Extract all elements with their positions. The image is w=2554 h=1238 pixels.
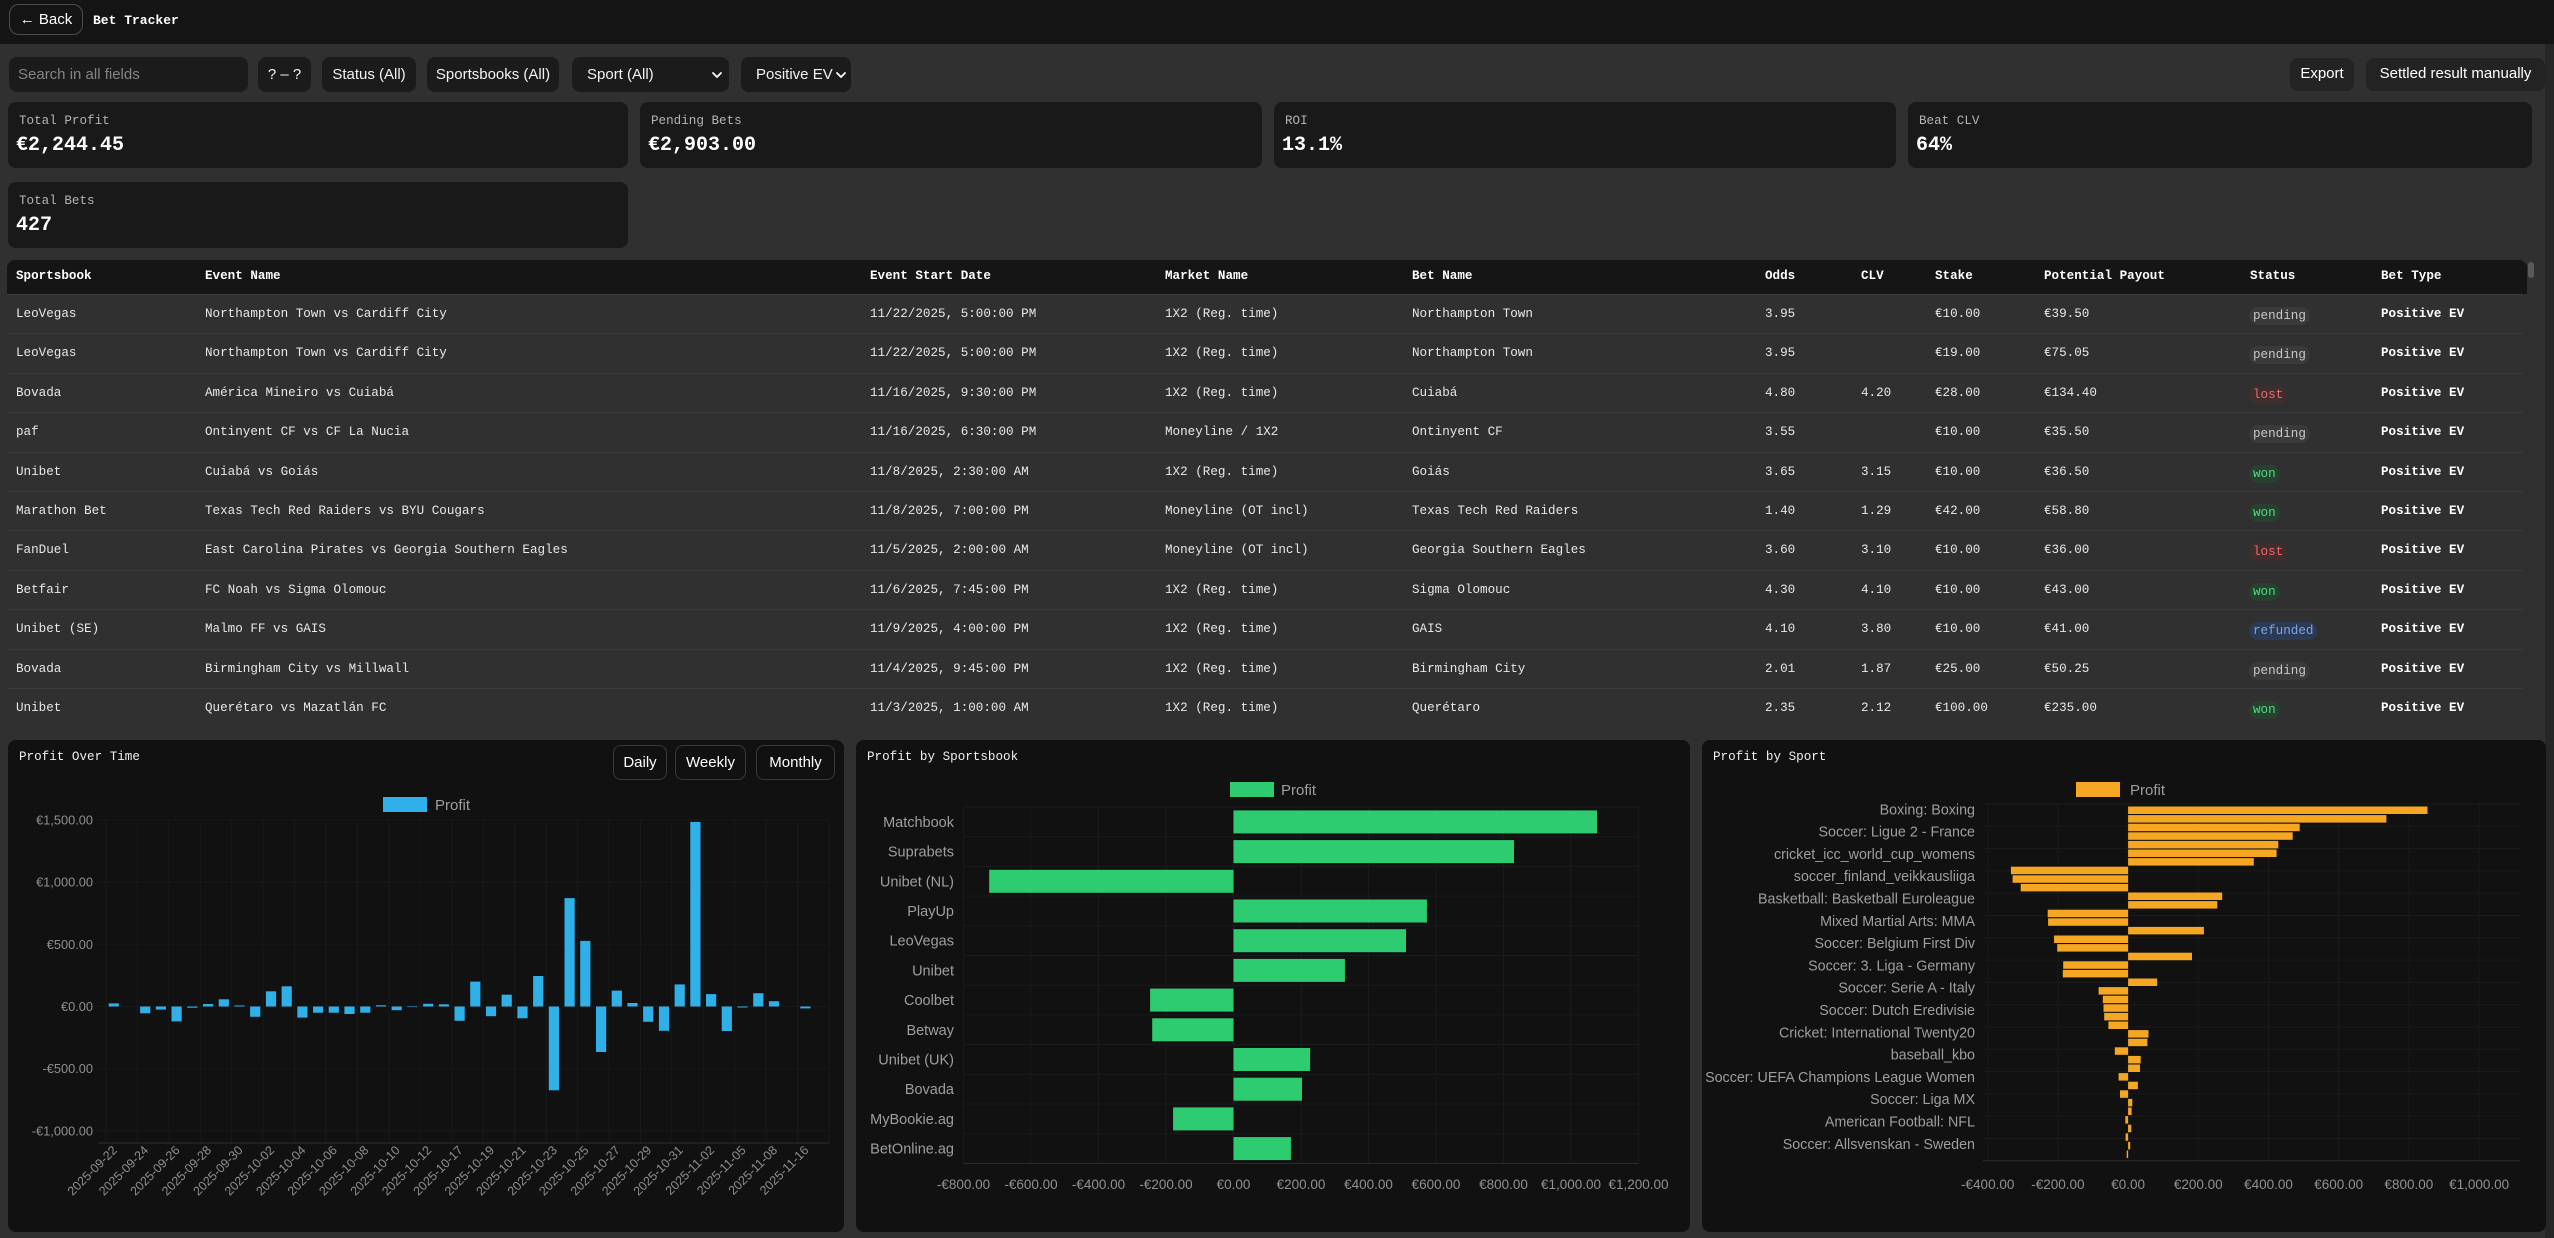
svg-text:Soccer: Serie A - Italy: Soccer: Serie A - Italy <box>1838 981 1976 997</box>
svg-text:€800.00: €800.00 <box>1479 1177 1528 1192</box>
svg-text:Bovada: Bovada <box>905 1082 955 1098</box>
svg-text:-€400.00: -€400.00 <box>1961 1177 2014 1192</box>
svg-text:Coolbet: Coolbet <box>904 993 954 1009</box>
svg-text:Soccer: Ligue 2 - France: Soccer: Ligue 2 - France <box>1818 825 1975 841</box>
svg-text:€400.00: €400.00 <box>1344 1177 1393 1192</box>
svg-text:-€600.00: -€600.00 <box>1004 1177 1057 1192</box>
svg-text:Cricket: International Twenty2: Cricket: International Twenty20 <box>1779 1025 1975 1041</box>
svg-text:Profit: Profit <box>2130 782 2166 799</box>
svg-text:Unibet (UK): Unibet (UK) <box>878 1053 954 1069</box>
svg-text:Soccer: Allsvenskan - Sweden: Soccer: Allsvenskan - Sweden <box>1783 1137 1975 1153</box>
svg-text:cricket_icc_world_cup_womens: cricket_icc_world_cup_womens <box>1774 847 1975 863</box>
svg-text:€1,000.00: €1,000.00 <box>2449 1177 2509 1192</box>
svg-text:Profit: Profit <box>435 797 471 814</box>
svg-text:BetOnline.ag: BetOnline.ag <box>870 1142 954 1158</box>
svg-text:Soccer: Belgium First Div: Soccer: Belgium First Div <box>1815 936 1976 952</box>
svg-text:€600.00: €600.00 <box>1412 1177 1461 1192</box>
svg-text:Soccer: 3. Liga - Germany: Soccer: 3. Liga - Germany <box>1808 958 1976 974</box>
svg-text:-€200.00: -€200.00 <box>1139 1177 1192 1192</box>
svg-text:-€1,000.00: -€1,000.00 <box>32 1123 93 1138</box>
svg-text:-€800.00: -€800.00 <box>937 1177 990 1192</box>
svg-text:Profit: Profit <box>1281 782 1317 799</box>
svg-text:€0.00: €0.00 <box>61 999 93 1014</box>
svg-text:€1,000.00: €1,000.00 <box>1541 1177 1601 1192</box>
svg-text:Boxing: Boxing: Boxing: Boxing <box>1880 802 1975 818</box>
svg-text:baseball_kbo: baseball_kbo <box>1891 1048 1975 1064</box>
svg-text:MyBookie.ag: MyBookie.ag <box>870 1112 954 1128</box>
svg-text:€1,200.00: €1,200.00 <box>1608 1177 1668 1192</box>
svg-text:Unibet (NL): Unibet (NL) <box>880 874 954 890</box>
svg-text:€800.00: €800.00 <box>2384 1177 2433 1192</box>
svg-text:Soccer: UEFA Champions League: Soccer: UEFA Champions League Women <box>1705 1070 1975 1086</box>
svg-text:Unibet: Unibet <box>912 963 954 979</box>
svg-text:Soccer: Dutch Eredivisie: Soccer: Dutch Eredivisie <box>1819 1003 1975 1019</box>
svg-text:-€500.00: -€500.00 <box>42 1061 93 1076</box>
svg-text:Suprabets: Suprabets <box>888 845 954 861</box>
svg-text:Betway: Betway <box>906 1023 954 1039</box>
svg-text:€1,000.00: €1,000.00 <box>36 875 93 890</box>
svg-text:PlayUp: PlayUp <box>907 904 954 920</box>
svg-text:Basketball: Basketball Eurolea: Basketball: Basketball Euroleague <box>1758 892 1975 908</box>
svg-text:Matchbook: Matchbook <box>883 815 955 831</box>
svg-text:Soccer: Liga MX: Soccer: Liga MX <box>1870 1092 1975 1108</box>
svg-text:€500.00: €500.00 <box>47 937 93 952</box>
svg-text:€0.00: €0.00 <box>2111 1177 2145 1192</box>
svg-text:€0.00: €0.00 <box>1217 1177 1251 1192</box>
svg-text:€200.00: €200.00 <box>1277 1177 1326 1192</box>
svg-text:-€400.00: -€400.00 <box>1072 1177 1125 1192</box>
svg-text:-€200.00: -€200.00 <box>2031 1177 2084 1192</box>
svg-text:LeoVegas: LeoVegas <box>889 934 954 950</box>
svg-text:€400.00: €400.00 <box>2244 1177 2293 1192</box>
svg-text:€200.00: €200.00 <box>2174 1177 2223 1192</box>
svg-text:€1,500.00: €1,500.00 <box>36 812 93 827</box>
svg-text:€600.00: €600.00 <box>2314 1177 2363 1192</box>
svg-text:American Football: NFL: American Football: NFL <box>1825 1115 1975 1131</box>
svg-text:soccer_finland_veikkausliiga: soccer_finland_veikkausliiga <box>1794 869 1975 885</box>
svg-text:Mixed Martial Arts: MMA: Mixed Martial Arts: MMA <box>1820 914 1975 930</box>
